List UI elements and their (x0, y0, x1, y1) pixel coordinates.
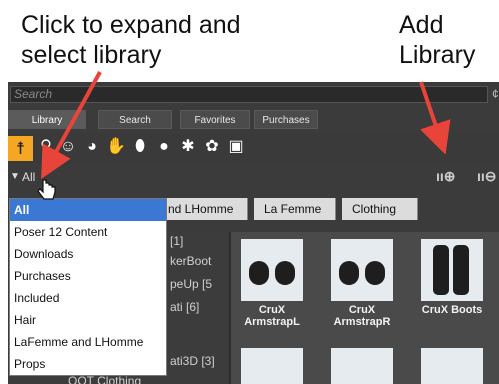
breadcrumb-item[interactable]: nd LHomme (158, 198, 248, 220)
remove-library-icon[interactable]: ıı⊖ (477, 168, 497, 185)
dropdown-item[interactable]: All (10, 199, 166, 221)
tree-item[interactable]: [1] (170, 234, 183, 248)
tab-search[interactable]: Search (98, 110, 172, 129)
face-icon[interactable]: ☺ (58, 137, 78, 157)
expand-library-chevron-icon[interactable]: ▼ (10, 171, 20, 182)
search-input[interactable]: Search (10, 86, 488, 103)
armstrap-shape (275, 261, 295, 285)
pose-icon[interactable]: ⚲ (36, 137, 56, 157)
breadcrumb-item[interactable]: Clothing (342, 198, 418, 220)
add-library-icon[interactable]: ıı⊕ (436, 168, 456, 185)
shoe-icon[interactable]: ⬮ (130, 137, 150, 157)
hand-cursor-icon (37, 179, 56, 200)
figure-icon[interactable]: ☨ (8, 136, 33, 161)
tree-item[interactable]: ati3D [3] (170, 354, 215, 368)
callout-add-library: Add Library (399, 10, 475, 70)
dropdown-item[interactable]: Props (10, 353, 166, 375)
content-grid: CruX ArmstrapL CruX ArmstrapR CruX Boots (229, 232, 499, 384)
thumbnail-crux-armstrapr[interactable] (331, 239, 393, 301)
search-options-icon[interactable]: ¢ (492, 87, 499, 101)
dropdown-item[interactable]: Poser 12 Content (10, 221, 166, 243)
thumbnail-partial[interactable] (241, 348, 303, 384)
callout-line: Click to expand and (21, 11, 241, 39)
light-icon[interactable]: ● (154, 137, 174, 157)
boot-shape (433, 245, 449, 295)
thumbnail-label: CruX Boots (421, 304, 483, 316)
thumbnail-partial[interactable] (421, 348, 483, 384)
selected-library-label[interactable]: All (22, 170, 35, 184)
camera-icon[interactable]: ✱ (178, 137, 198, 157)
armstrap-shape (339, 261, 359, 285)
armstrap-shape (365, 261, 385, 285)
callout-line: Library (399, 41, 476, 69)
breadcrumb-item[interactable]: La Femme (254, 198, 336, 220)
thumbnail-crux-armstrapl[interactable] (241, 239, 303, 301)
thumbnail-label: CruX ArmstrapL (244, 304, 300, 328)
library-dropdown: All Poser 12 Content Downloads Purchases… (9, 198, 167, 376)
dropdown-item[interactable]: LaFemme and LHomme (10, 331, 166, 353)
library-selector-bar: ▼ All ıı⊕ ıı⊖ (8, 168, 499, 188)
tab-library[interactable]: Library (8, 110, 86, 129)
thumbnail-label: CruX ArmstrapR (333, 304, 391, 328)
thumbnail-crux-boots[interactable] (421, 239, 483, 301)
dropdown-item[interactable]: Downloads (10, 243, 166, 265)
materials-icon[interactable]: ✿ (202, 137, 222, 157)
dropdown-item[interactable]: Purchases (10, 265, 166, 287)
callout-expand-library: Click to expand and select library (21, 10, 241, 70)
tab-bar: Library Search Favorites Purchases (8, 110, 499, 130)
tab-favorites[interactable]: Favorites (180, 110, 250, 129)
tree-item[interactable]: kerBoot (170, 254, 211, 268)
boot-shape (453, 245, 469, 295)
category-icon-bar: ☨ ⚲ ☺ ◕ ✋ ⬮ ● ✱ ✿ ▣ (8, 132, 499, 164)
tree-item[interactable]: ati [6] (170, 300, 199, 314)
hand-icon[interactable]: ✋ (106, 137, 126, 157)
thumbnail-partial[interactable] (331, 348, 393, 384)
callout-line: select library (21, 41, 162, 69)
armstrap-shape (249, 261, 269, 285)
tab-purchases[interactable]: Purchases (254, 110, 318, 129)
dropdown-item[interactable]: Hair (10, 309, 166, 331)
scene-icon[interactable]: ▣ (226, 137, 246, 157)
callout-line: Add (399, 11, 444, 39)
tree-item[interactable]: peUp [5 (170, 277, 212, 291)
hair-icon[interactable]: ◕ (82, 137, 102, 157)
dropdown-item[interactable]: Included (10, 287, 166, 309)
